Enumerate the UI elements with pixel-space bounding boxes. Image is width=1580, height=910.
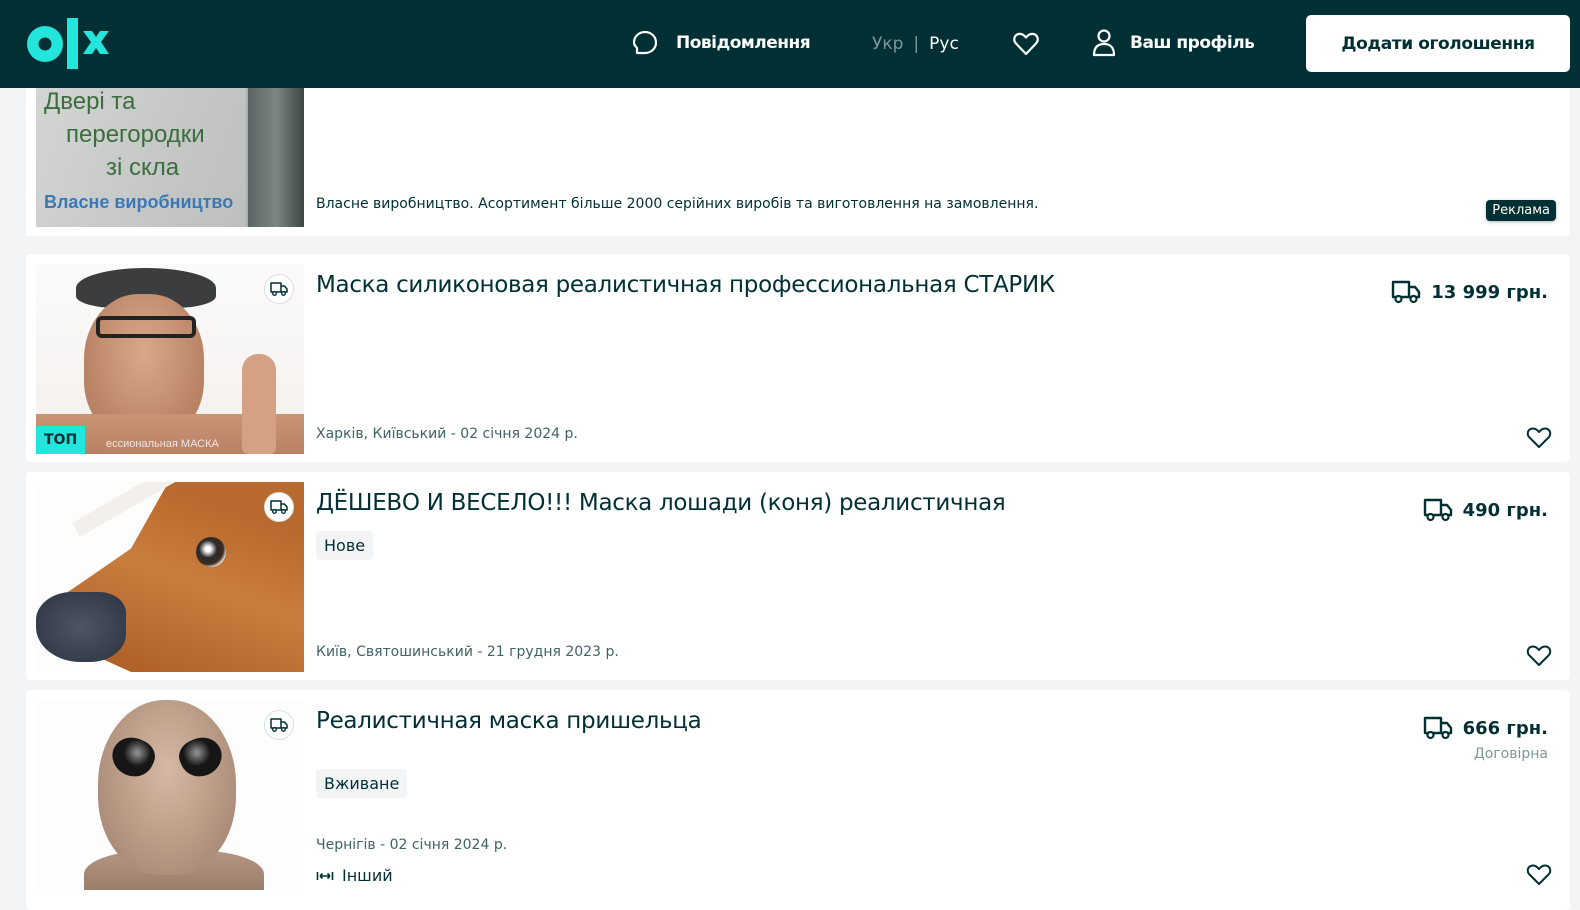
olx-logo[interactable] [26,18,118,70]
thumb-up-graphic [242,354,276,454]
profile-label: Ваш профіль [1130,33,1255,53]
location-date: Київ, Святошинський - 21 грудня 2023 р. [316,644,619,660]
price-block: 666 грн. [1423,716,1548,740]
lang-separator: | [913,34,920,54]
condition-chip: Вживане [316,769,408,798]
condition-chip: Нове [316,531,374,560]
listing-image[interactable]: ессиональная МАСКА ТОП [36,264,304,454]
truck-icon [1392,280,1421,304]
listing-title[interactable]: Реалистичная маска пришельца [316,708,702,734]
truck-icon [270,718,288,732]
listing-title[interactable]: ДЁШЕВО И ВЕСЕЛО!!! Маска лошади (коня) р… [316,490,1006,516]
delivery-badge [264,710,294,740]
price-block: 490 грн. [1423,498,1548,522]
image-caption: ессиональная МАСКА [106,438,219,450]
ad-image-subtitle: Власне виробництво [44,192,234,212]
horse-nose-graphic [36,592,126,662]
profile-link[interactable]: Ваш профіль [1092,28,1255,58]
location-date: Харків, Київський - 02 січня 2024 р. [316,426,578,442]
delivery-badge [264,492,294,522]
favorites-heart-icon[interactable] [1012,30,1040,58]
alien-head-graphic [98,700,236,875]
size-arrows-icon [316,871,334,880]
user-icon [1092,29,1116,57]
messages-label: Повідомлення [676,33,811,53]
listing-price: 490 грн. [1462,499,1548,521]
size-label: Інший [342,866,393,885]
ad-image-text: Двері та перегородки зі скла [44,85,205,184]
truck-icon [270,500,288,514]
listing-card[interactable]: ессиональная МАСКА ТОП Маска силиконовая… [26,254,1570,462]
listing-title[interactable]: Маска силиконовая реалистичная профессио… [316,272,1055,298]
lang-ukr[interactable]: Укр [872,34,903,54]
truck-icon [270,282,288,296]
ad-description: Власне виробництво. Асортимент більше 20… [316,196,1039,212]
listing-card[interactable]: ДЁШЕВО И ВЕСЕЛО!!! Маска лошади (коня) р… [26,472,1570,680]
negotiable-label: Договірна [1473,746,1548,762]
ad-image-line: перегородки [66,121,205,148]
language-switcher: Укр | Рус [872,34,959,54]
chat-bubble-icon [632,30,658,55]
ad-image-line: Двері та [44,88,136,115]
listing-price: 666 грн. [1462,717,1548,739]
lang-rus[interactable]: Рус [929,34,959,54]
horse-eye-graphic [196,537,226,567]
listing-price: 13 999 грн. [1431,281,1548,303]
ad-badge: Реклама [1486,200,1556,221]
messages-link[interactable]: Повідомлення [632,30,811,56]
price-block: 13 999 грн. [1391,280,1548,304]
add-listing-button[interactable]: Додати оголошення [1306,15,1570,72]
favorite-heart-icon[interactable] [1526,644,1552,668]
listing-image[interactable] [36,482,304,672]
size-info: Інший [316,866,393,885]
listing-card[interactable]: Реалистичная маска пришельца Вживане 666… [26,690,1570,910]
ad-image-line: зі скла [106,154,180,181]
top-header: Повідомлення Укр | Рус Ваш профіль Додат… [0,0,1580,88]
location-date: Чернігів - 02 січня 2024 р. [316,837,508,853]
top-badge: ТОП [36,426,86,454]
delivery-badge [264,274,294,304]
truck-icon [1423,716,1452,740]
truck-icon [1423,498,1452,522]
glasses-graphic [96,316,196,338]
favorite-heart-icon[interactable] [1526,863,1552,887]
listing-image[interactable] [36,700,304,890]
favorite-heart-icon[interactable] [1526,426,1552,450]
